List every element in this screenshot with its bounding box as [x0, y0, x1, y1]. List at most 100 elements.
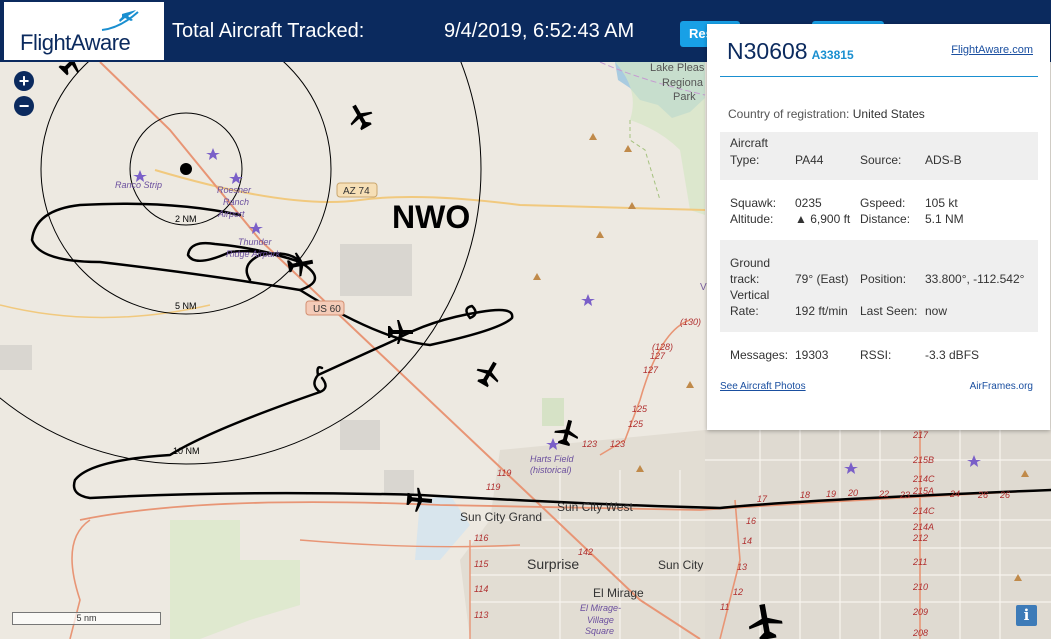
exit-label: 113 — [474, 610, 488, 620]
flightaware-link[interactable]: FlightAware.com — [951, 44, 1033, 56]
place-sun-city-grand-label: Sun City Grand — [460, 510, 542, 524]
place-airport-label: Airport — [217, 209, 245, 219]
source-label: Source: — [860, 153, 902, 167]
registration: N30608 — [727, 38, 808, 64]
place-sun-city-label: Sun City — [658, 558, 703, 572]
track-value: 79° (East) — [795, 272, 849, 286]
place-el-mirage-village-1: El Mirage- — [580, 603, 621, 613]
scale-bar: 5 nm — [12, 612, 161, 625]
country-value: United States — [852, 107, 925, 121]
exit-label: 142 — [578, 547, 593, 557]
place-v-label: V — [700, 282, 707, 293]
messages-label: Messages: — [730, 348, 789, 362]
type-value: PA44 — [795, 153, 824, 167]
lastseen-label: Last Seen: — [860, 304, 918, 318]
place-harts-label: Harts Field — [530, 454, 575, 464]
altitude-value: ▲ 6,900 ft — [795, 212, 851, 226]
place-el-mirage-village-3: Square — [585, 626, 614, 636]
exit-label: 125 — [632, 404, 648, 414]
exit-label: 11 — [720, 602, 729, 612]
exit-label: 127 — [650, 351, 666, 361]
header-divider — [720, 76, 1038, 77]
exit-label: 127 — [643, 365, 659, 375]
exit-label: 119 — [497, 468, 511, 478]
exit-label: 20 — [847, 488, 858, 498]
distance-label: Distance: — [860, 212, 911, 226]
exit-label: 215A — [912, 486, 934, 496]
exit-label: 116 — [474, 533, 488, 543]
road-us60-label: US 60 — [313, 304, 341, 315]
zoom-out-button[interactable]: − — [14, 96, 34, 116]
exit-label: 212 — [912, 533, 928, 543]
aircraft-label: Aircraft — [730, 136, 769, 150]
timestamp: 9/4/2019, 6:52:43 AM — [444, 20, 635, 42]
info-button[interactable]: i — [1016, 605, 1037, 626]
plane-logo-icon — [101, 10, 139, 31]
country-row: Country of registration: United States — [728, 107, 925, 121]
place-roesner-label: Roesner — [217, 185, 252, 195]
exit-label: 16 — [746, 516, 756, 526]
exit-label: 123 — [610, 439, 625, 449]
exit-label: 211 — [912, 557, 927, 567]
rate-label: Rate: — [730, 304, 759, 318]
distance-value: 5.1 NM — [925, 212, 964, 226]
place-park-label: Park — [673, 91, 696, 103]
place-el-mirage-village-2: Village — [587, 615, 614, 625]
airport-code-label: NWO — [392, 199, 470, 235]
messages-row: Messages: 19303 RSSI: -3.3 dBFS — [720, 342, 1038, 370]
aircraft-info-panel: N30608 A33815 FlightAware.com Country of … — [707, 24, 1050, 430]
gspeed-value: 105 kt — [925, 196, 958, 210]
exit-label: 119 — [486, 482, 500, 492]
altitude-label: Altitude: — [730, 212, 774, 226]
panel-header: N30608 A33815 — [727, 38, 854, 65]
exit-label: 215B — [912, 455, 934, 465]
ring-label-10nm: 10 NM — [173, 446, 200, 456]
rssi-label: RSSI: — [860, 348, 892, 362]
place-lake-label: Lake Pleas — [650, 62, 705, 74]
squawk-label: Squawk: — [730, 196, 777, 210]
exit-label: 125 — [628, 419, 644, 429]
type-label: Type: — [730, 153, 760, 167]
squawk-row: Squawk: 0235 Gspeed: 105 kt Altitude: ▲ … — [720, 190, 1038, 230]
ground-label: Ground — [730, 256, 771, 270]
exit-label: 214A — [912, 522, 934, 532]
airframes-link[interactable]: AirFrames.org — [970, 381, 1033, 392]
place-ranco-label: Ranco Strip — [115, 180, 162, 190]
track-label: track: — [730, 272, 760, 286]
exit-label: 19 — [826, 489, 836, 499]
exit-label: 26 — [977, 490, 988, 500]
road-az74-label: AZ 74 — [343, 186, 370, 197]
exit-label: 123 — [582, 439, 597, 449]
place-surprise-label: Surprise — [527, 556, 579, 572]
hex-code[interactable]: A33815 — [812, 48, 854, 62]
lastseen-value: now — [925, 304, 948, 318]
exit-label: 17 — [757, 494, 768, 504]
exit-label: 214C — [912, 474, 935, 484]
exit-label: 115 — [474, 559, 489, 569]
flightaware-logo[interactable]: FlightAware — [4, 2, 164, 60]
gspeed-label: Gspeed: — [860, 196, 906, 210]
exit-label: 23 — [899, 490, 910, 500]
place-ranch-label: Ranch — [223, 197, 249, 207]
vertical-label: Vertical — [730, 288, 770, 302]
exit-label: 14 — [742, 536, 752, 546]
source-value: ADS-B — [925, 153, 962, 167]
ring-label-5nm: 5 NM — [175, 301, 197, 311]
position-value: 33.800°, -112.542° — [925, 272, 1025, 286]
country-label: Country of registration: — [728, 107, 850, 121]
rate-value: 192 ft/min — [795, 304, 848, 318]
place-ridge-label: Ridge Airpark — [226, 249, 281, 259]
place-regional-label: Regiona — [662, 77, 704, 89]
exit-label: 13 — [737, 562, 747, 572]
place-el-mirage-label: El Mirage — [593, 586, 644, 600]
exit-label: 12 — [733, 587, 743, 597]
track-row: Ground track: 79° (East) Position: 33.80… — [720, 240, 1038, 332]
exit-label: (130) — [680, 317, 701, 327]
exit-label: 114 — [474, 584, 488, 594]
aircraft-photos-link[interactable]: See Aircraft Photos — [720, 381, 806, 392]
zoom-in-button[interactable]: + — [14, 71, 34, 91]
type-row: Aircraft Type: PA44 Source: ADS-B — [720, 132, 1038, 180]
exit-label: 217 — [912, 430, 929, 440]
exit-label: 22 — [878, 489, 889, 499]
place-thunder-label: Thunder — [238, 237, 273, 247]
